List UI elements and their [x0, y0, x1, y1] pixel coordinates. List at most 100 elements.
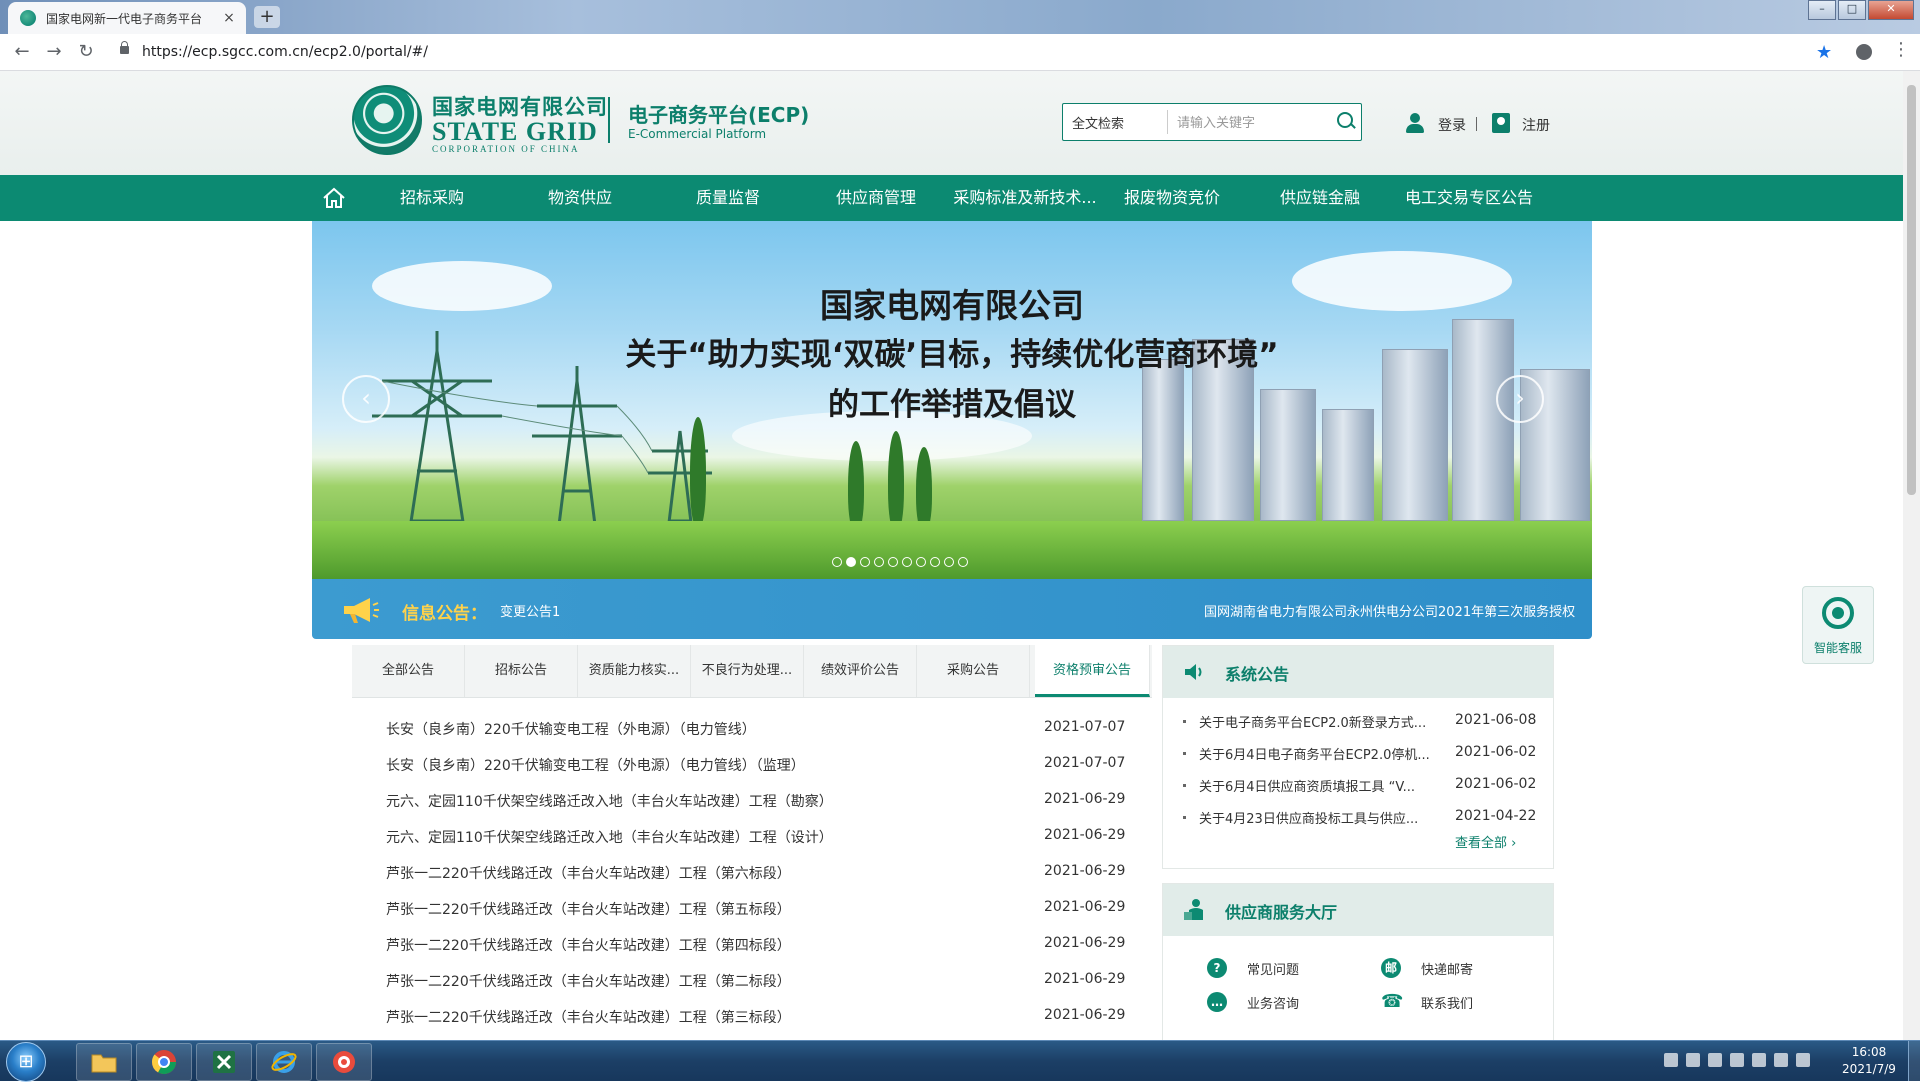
announcement-title[interactable]: 芦张一二220千伏线路迁改（丰台火车站改建）工程（第三标段） [386, 1007, 791, 1027]
banner-next-arrow-icon[interactable]: › [1496, 375, 1544, 423]
account-icon[interactable] [1856, 44, 1872, 60]
nav-item-quality[interactable]: 质量监督 [678, 175, 778, 221]
announcement-row[interactable]: 长安（良乡南）220千伏输变电工程（外电源）（电力管线）（监理） 2021-07… [352, 749, 1152, 785]
flag-icon[interactable] [1752, 1053, 1766, 1067]
close-window-button[interactable]: ✕ [1868, 0, 1914, 20]
carousel-dot[interactable] [832, 557, 842, 567]
carousel-dot[interactable] [846, 557, 856, 567]
announcement-title[interactable]: 芦张一二220千伏线路迁改（丰台火车站改建）工程（第二标段） [386, 971, 791, 991]
tab-prequalification[interactable]: 资格预审公告 [1035, 645, 1150, 697]
browser-tab[interactable]: 国家电网新一代电子商务平台 × [8, 2, 246, 34]
nav-item-standards[interactable]: 采购标准及新技术... [952, 175, 1098, 221]
nav-item-supply-finance[interactable]: 供应链金融 [1270, 175, 1370, 221]
tab-all[interactable]: 全部公告 [352, 645, 465, 697]
announcement-title[interactable]: 长安（良乡南）220千伏输变电工程（外电源）（电力管线）（监理） [386, 755, 805, 775]
tab-title: 国家电网新一代电子商务平台 [46, 11, 203, 26]
address-bar[interactable]: https://ecp.sgcc.com.cn/ecp2.0/portal/#/ [142, 42, 1802, 62]
announcement-row[interactable]: 芦张一二220千伏线路迁改（丰台火车站改建）工程（第三标段） 2021-06-2… [352, 1001, 1152, 1037]
smart-service-button[interactable]: 智能客服 [1802, 586, 1874, 664]
show-desktop-button[interactable] [1908, 1041, 1920, 1081]
banner-prev-arrow-icon[interactable]: ‹ [342, 375, 390, 423]
chevron-up-icon[interactable] [1730, 1053, 1744, 1067]
system-notice-item[interactable]: 关于6月4日供应商资质填报工具 “V... [1199, 776, 1443, 795]
system-notice-row[interactable]: 关于6月4日电子商务平台ECP2.0停机... 2021-06-02 [1183, 742, 1543, 768]
search-input[interactable] [1175, 108, 1329, 138]
tab-misconduct[interactable]: 不良行为处理... [691, 645, 804, 697]
nav-item-supply[interactable]: 物资供应 [530, 175, 630, 221]
forward-button[interactable]: → [42, 40, 66, 64]
nav-item-scrap-bidding[interactable]: 报废物资竞价 [1112, 175, 1232, 221]
carousel-dot[interactable] [860, 557, 870, 567]
nav-item-bidding[interactable]: 招标采购 [382, 175, 482, 221]
tab-tender[interactable]: 招标公告 [465, 645, 578, 697]
search-icon[interactable] [1337, 112, 1353, 128]
carousel-dot[interactable] [902, 557, 912, 567]
carousel-dot[interactable] [930, 557, 940, 567]
announcement-title[interactable]: 芦张一二220千伏线路迁改（丰台火车站改建）工程（第四标段） [386, 935, 791, 955]
notice-current-item[interactable]: 变更公告1 [500, 601, 560, 620]
taskbar-chrome[interactable] [136, 1043, 192, 1081]
reload-button[interactable]: ↻ [74, 40, 98, 64]
system-notice-item[interactable]: 关于电子商务平台ECP2.0新登录方式... [1199, 712, 1443, 731]
system-notice-row[interactable]: 关于4月23日供应商投标工具与供应... 2021-04-22 [1183, 806, 1543, 832]
bullet [1183, 784, 1186, 787]
carousel-dot[interactable] [888, 557, 898, 567]
system-notice-row[interactable]: 关于6月4日供应商资质填报工具 “V... 2021-06-02 [1183, 774, 1543, 800]
page-scrollbar[interactable] [1903, 71, 1920, 1040]
system-notice-item[interactable]: 关于4月23日供应商投标工具与供应... [1199, 808, 1443, 827]
system-notice-item[interactable]: 关于6月4日电子商务平台ECP2.0停机... [1199, 744, 1443, 763]
taskbar-clock[interactable]: 16:08 2021/7/9 [1834, 1044, 1904, 1078]
announcements-panel: 全部公告 招标公告 资质能力核实... 不良行为处理... 绩效评价公告 采购公… [352, 645, 1152, 1040]
carousel-dot[interactable] [958, 557, 968, 567]
taskbar-app[interactable] [316, 1043, 372, 1081]
back-button[interactable]: ← [10, 40, 34, 64]
announcement-row[interactable]: 芦张一二220千伏线路迁改（丰台火车站改建）工程（第六标段） 2021-06-2… [352, 857, 1152, 893]
nav-item-supplier-mgmt[interactable]: 供应商管理 [826, 175, 926, 221]
carousel-dot[interactable] [874, 557, 884, 567]
state-grid-logo-icon[interactable] [352, 85, 422, 155]
notice-bar: 信息公告： 变更公告1 国网湖南省电力有限公司永州供电分公司2021年第三次服务… [312, 579, 1592, 639]
start-button[interactable] [6, 1042, 46, 1082]
announcement-title[interactable]: 元六、定园110千伏架空线路迁改入地（丰台火车站改建）工程（设计） [386, 827, 833, 847]
announcement-row[interactable]: 芦张一二220千伏线路迁改（丰台火车站改建）工程（第二标段） 2021-06-2… [352, 965, 1152, 1001]
announcement-row[interactable]: 芦张一二220千伏线路迁改（丰台火车站改建）工程（第五标段） 2021-06-2… [352, 893, 1152, 929]
tab-procurement[interactable]: 采购公告 [917, 645, 1030, 697]
banner-carousel[interactable]: 国家电网有限公司 关于“助力实现‘双碳’目标，持续优化营商环境” 的工作举措及倡… [312, 221, 1592, 579]
system-notice-row[interactable]: 关于电子商务平台ECP2.0新登录方式... 2021-06-08 [1183, 710, 1543, 736]
tray-icon[interactable] [1664, 1053, 1678, 1067]
announcement-row[interactable]: 元六、定园110千伏架空线路迁改入地（丰台火车站改建）工程（勘察） 2021-0… [352, 785, 1152, 821]
announcement-title[interactable]: 长安（良乡南）220千伏输变电工程（外电源）（电力管线） [386, 719, 756, 739]
volume-icon[interactable] [1796, 1053, 1810, 1067]
announcement-title[interactable]: 芦张一二220千伏线路迁改（丰台火车站改建）工程（第五标段） [386, 899, 791, 919]
announcement-row[interactable]: 元六、定园110千伏架空线路迁改入地（丰台火车站改建）工程（设计） 2021-0… [352, 821, 1152, 857]
help-icon[interactable] [1686, 1053, 1700, 1067]
carousel-dot[interactable] [916, 557, 926, 567]
announcement-title[interactable]: 元六、定园110千伏架空线路迁改入地（丰台火车站改建）工程（勘察） [386, 791, 833, 811]
tab-qualification-check[interactable]: 资质能力核实... [578, 645, 691, 697]
new-tab-button[interactable]: + [254, 6, 280, 28]
tab-close-icon[interactable]: × [218, 10, 240, 26]
announcement-row[interactable]: 芦张一二220千伏线路迁改（丰台火车站改建）工程（第四标段） 2021-06-2… [352, 929, 1152, 965]
maximize-button[interactable]: □ [1838, 0, 1866, 20]
site-header: 国家电网有限公司 STATE GRID CORPORATION OF CHINA… [0, 71, 1903, 175]
minimize-button[interactable]: – [1808, 0, 1836, 20]
announcement-row[interactable]: 长安（良乡南）220千伏输变电工程（外电源）（电力管线） 2021-07-07 [352, 713, 1152, 749]
announcement-title[interactable]: 芦张一二220千伏线路迁改（丰台火车站改建）工程（第六标段） [386, 863, 791, 883]
scrollbar-thumb[interactable] [1907, 85, 1916, 495]
register-link[interactable]: 注册 [1522, 115, 1550, 135]
login-link[interactable]: 登录 [1438, 115, 1466, 135]
bookmark-star-icon[interactable]: ★ [1816, 42, 1832, 63]
carousel-dot[interactable] [944, 557, 954, 567]
taskbar-excel[interactable] [196, 1043, 252, 1081]
notice-marquee[interactable]: 国网湖南省电力有限公司永州供电分公司2021年第三次服务授权 [1204, 601, 1592, 620]
search-scope-select[interactable]: 全文检索 [1072, 113, 1124, 132]
tray-icon[interactable] [1708, 1053, 1722, 1067]
home-icon[interactable] [322, 187, 346, 209]
view-all-link[interactable]: 查看全部 › [1455, 832, 1516, 851]
taskbar-ie[interactable] [256, 1043, 312, 1081]
nav-item-electrical-trade[interactable]: 电工交易专区公告 [1396, 175, 1542, 221]
browser-menu-icon[interactable]: ⋮ [1892, 39, 1910, 60]
tab-performance[interactable]: 绩效评价公告 [804, 645, 917, 697]
network-icon[interactable] [1774, 1053, 1788, 1067]
taskbar-explorer[interactable] [76, 1043, 132, 1081]
